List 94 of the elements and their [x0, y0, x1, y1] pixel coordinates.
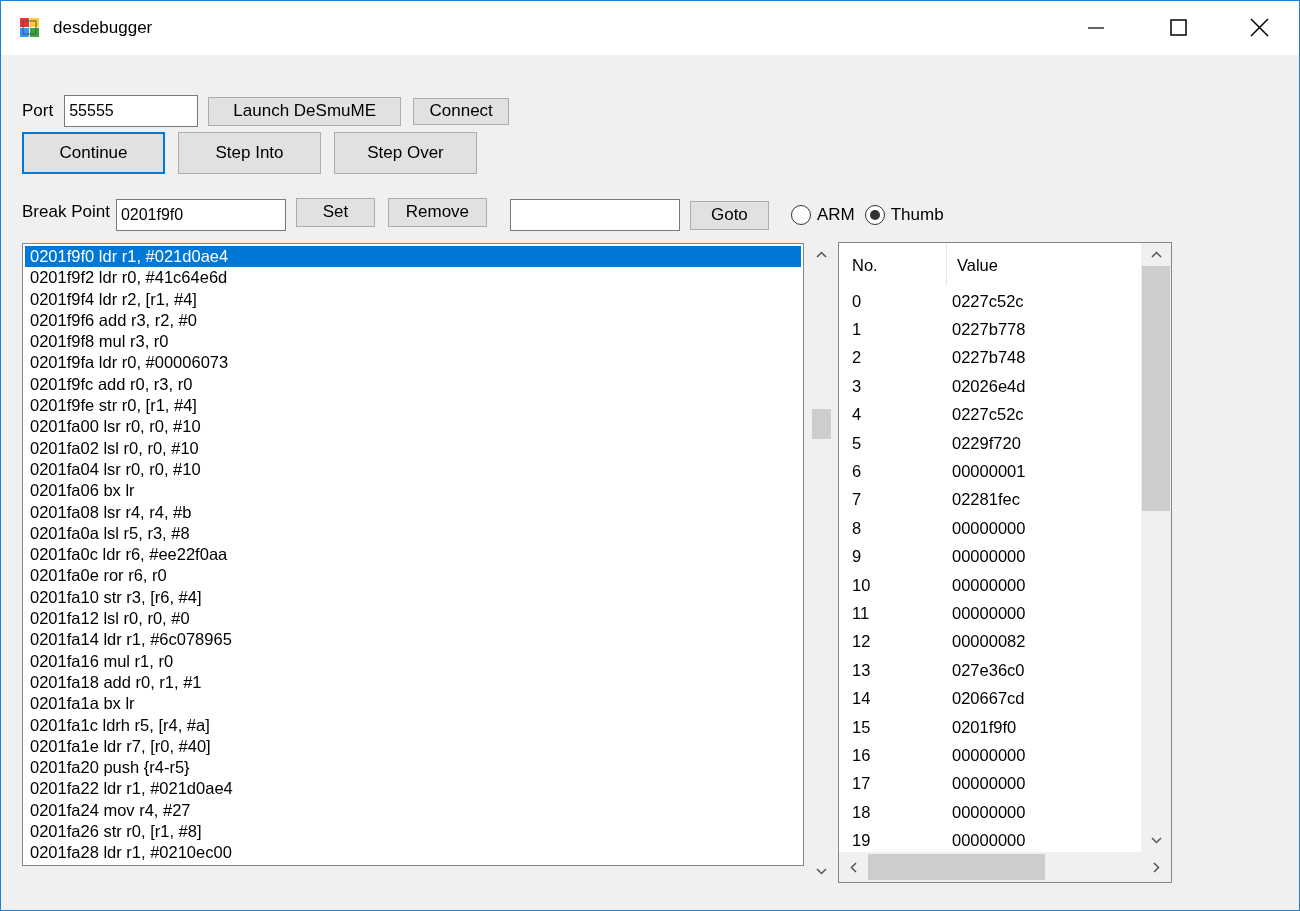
disassembly-line[interactable]: 0201f9f8 mul r3, r0 [25, 331, 801, 353]
table-cell-text: 5 [851, 433, 863, 453]
table-cell-text: 00000000 [951, 802, 1026, 822]
table-cell-text: 13 [851, 660, 872, 680]
table-cell-text: 02281fec [951, 490, 1020, 510]
close-icon[interactable] [1248, 17, 1270, 39]
table-cell-text: 1 [851, 320, 863, 340]
table-cell-text: 10 [851, 575, 872, 595]
disassembly-line[interactable]: 0201fa22 ldr r1, #021d0ae4 [25, 778, 801, 800]
table-cell-text: 9 [851, 547, 863, 567]
disassembly-line[interactable]: 0201fa28 ldr r1, #0210ec00 [25, 842, 801, 864]
disassembly-line[interactable]: 0201fa08 lsr r4, r4, #b [25, 501, 801, 523]
table-cell-text: 020667cd [951, 689, 1025, 709]
table-cell-text: 0 [851, 291, 863, 311]
push-button[interactable]: Connect [413, 97, 510, 125]
table-cell-text: 00000082 [951, 632, 1026, 652]
port-field[interactable]: 55555 [64, 95, 199, 127]
disassembly-line[interactable]: 0201fa02 lsl r0, r0, #10 [25, 437, 801, 459]
table-cell-text: 0227c52c [951, 291, 1024, 311]
table-cell-text: 00000000 [951, 547, 1026, 567]
disassembly-line[interactable]: 0201fa0e ror r6, r0 [25, 565, 801, 587]
table-cell-text: 00000000 [951, 745, 1026, 765]
disassembly-line[interactable]: 0201f9f4 ldr r2, [r1, #4] [25, 288, 801, 310]
disassembly-line[interactable]: 0201fa24 mov r4, #27 [25, 799, 801, 821]
table-cell-text: 00000000 [951, 575, 1026, 595]
table-cell-text: 0227b778 [951, 320, 1026, 340]
table-cell-text: 17 [851, 774, 872, 794]
table-cell-text: 6 [851, 462, 863, 482]
disassembly-line[interactable]: 0201fa20 push {r4-r5} [25, 757, 801, 779]
table-cell-text: 7 [851, 490, 863, 510]
radio-button[interactable]: ARM [790, 205, 855, 225]
push-button[interactable]: Launch DeSmuME [208, 96, 402, 126]
table-cell-text: 2 [851, 348, 863, 368]
push-button[interactable]: Step Into [178, 132, 321, 174]
address-field[interactable] [509, 199, 680, 231]
table-cell-text: 00000000 [951, 604, 1026, 623]
disassembly-line[interactable]: 0201f9f6 add r3, r2, #0 [25, 309, 801, 332]
port-label: Port [22, 101, 54, 121]
table-cell-text: 0227b748 [951, 348, 1026, 368]
disassembly-line[interactable]: 0201fa1c ldrh r5, [r4, #a] [25, 714, 801, 736]
table-cell-text: 19 [851, 831, 872, 851]
disassembly-line[interactable]: 0201fa04 lsr r0, r0, #10 [25, 458, 801, 481]
table-cell-text: 8 [851, 518, 863, 538]
table-cell-text: 18 [851, 802, 872, 822]
push-button[interactable]: Continue [22, 132, 165, 174]
column-header[interactable]: No. [839, 244, 947, 286]
table-cell-text: 14 [851, 689, 872, 709]
app-icon [19, 17, 41, 39]
table-cell-text: 00000001 [951, 462, 1026, 482]
scrollbar[interactable] [1141, 243, 1171, 852]
scroll-thumb[interactable] [868, 854, 1045, 880]
disassembly-line[interactable]: 0201fa1a bx lr [25, 693, 801, 715]
table-cell-text: 00000000 [951, 831, 1026, 851]
disassembly-line[interactable]: 0201fa1e ldr r7, [r0, #40] [25, 735, 801, 758]
table-cell-text: 4 [851, 405, 863, 425]
disassembly-line[interactable]: 0201fa14 ldr r1, #6c078965 [25, 629, 801, 651]
table-cell-text: 3 [851, 376, 863, 396]
push-button[interactable]: Remove [387, 197, 487, 227]
disassembly-line[interactable]: 0201fa26 str r0, [r1, #8] [25, 821, 801, 843]
disassembly-line[interactable]: 0201f9fc add r0, r3, r0 [25, 373, 801, 396]
table-cell-text: 11 [851, 604, 871, 623]
disassembly-line[interactable]: 0201f9f2 ldr r0, #41c64e6d [25, 267, 801, 289]
table-cell-text: 0229f720 [951, 433, 1021, 453]
break-point-label: Break Point [22, 202, 110, 222]
scroll-thumb[interactable] [1142, 266, 1170, 511]
push-button[interactable]: Step Over [334, 132, 477, 174]
disassembly-line[interactable]: 0201f9fe str r0, [r1, #4] [25, 395, 801, 417]
table-cell-text: 02026e4d [951, 376, 1026, 396]
disassembly-line[interactable]: 0201fa06 bx lr [25, 480, 801, 502]
disassembly-line[interactable]: 0201fa16 mul r1, r0 [25, 650, 801, 672]
push-button[interactable]: Set [295, 197, 375, 227]
table-cell-text: 15 [851, 717, 872, 737]
disassembly-line[interactable]: 0201fa18 add r0, r1, #1 [25, 671, 801, 694]
goto-button[interactable]: Goto [689, 200, 769, 230]
table-cell-text: 0227c52c [951, 405, 1024, 425]
window-title: desdebugger [53, 18, 153, 38]
table-cell-text: 027e36c0 [951, 660, 1025, 680]
disassembly-line[interactable]: 0201fa10 str r3, [r6, #4] [25, 586, 801, 609]
radio-button[interactable]: Thumb [864, 205, 944, 225]
table-cell-text: 0201f9f0 [951, 717, 1017, 737]
scroll-thumb[interactable] [812, 409, 831, 439]
disassembly-line[interactable]: 0201fa0a lsl r5, r3, #8 [25, 522, 801, 545]
maximize-icon[interactable] [1167, 17, 1189, 39]
table-cell-text: 00000000 [951, 518, 1026, 538]
disassembly-line[interactable]: 0201fa12 lsl r0, r0, #0 [25, 608, 801, 630]
table-cell-text: 16 [851, 745, 872, 765]
disassembly-line[interactable]: 0201fa00 lsr r0, r0, #10 [25, 416, 801, 438]
column-header[interactable]: Value [947, 255, 998, 275]
table-cell-text: 00000000 [951, 774, 1026, 794]
table-cell-text: 12 [851, 632, 872, 652]
break-point-field[interactable]: 0201f9f0 [115, 199, 286, 231]
scrollbar[interactable] [839, 852, 1171, 882]
disassembly-line[interactable]: 0201f9fa ldr r0, #00006073 [25, 352, 801, 374]
disassembly-line[interactable]: 0201fa0c ldr r6, #ee22f0aa [25, 544, 801, 566]
